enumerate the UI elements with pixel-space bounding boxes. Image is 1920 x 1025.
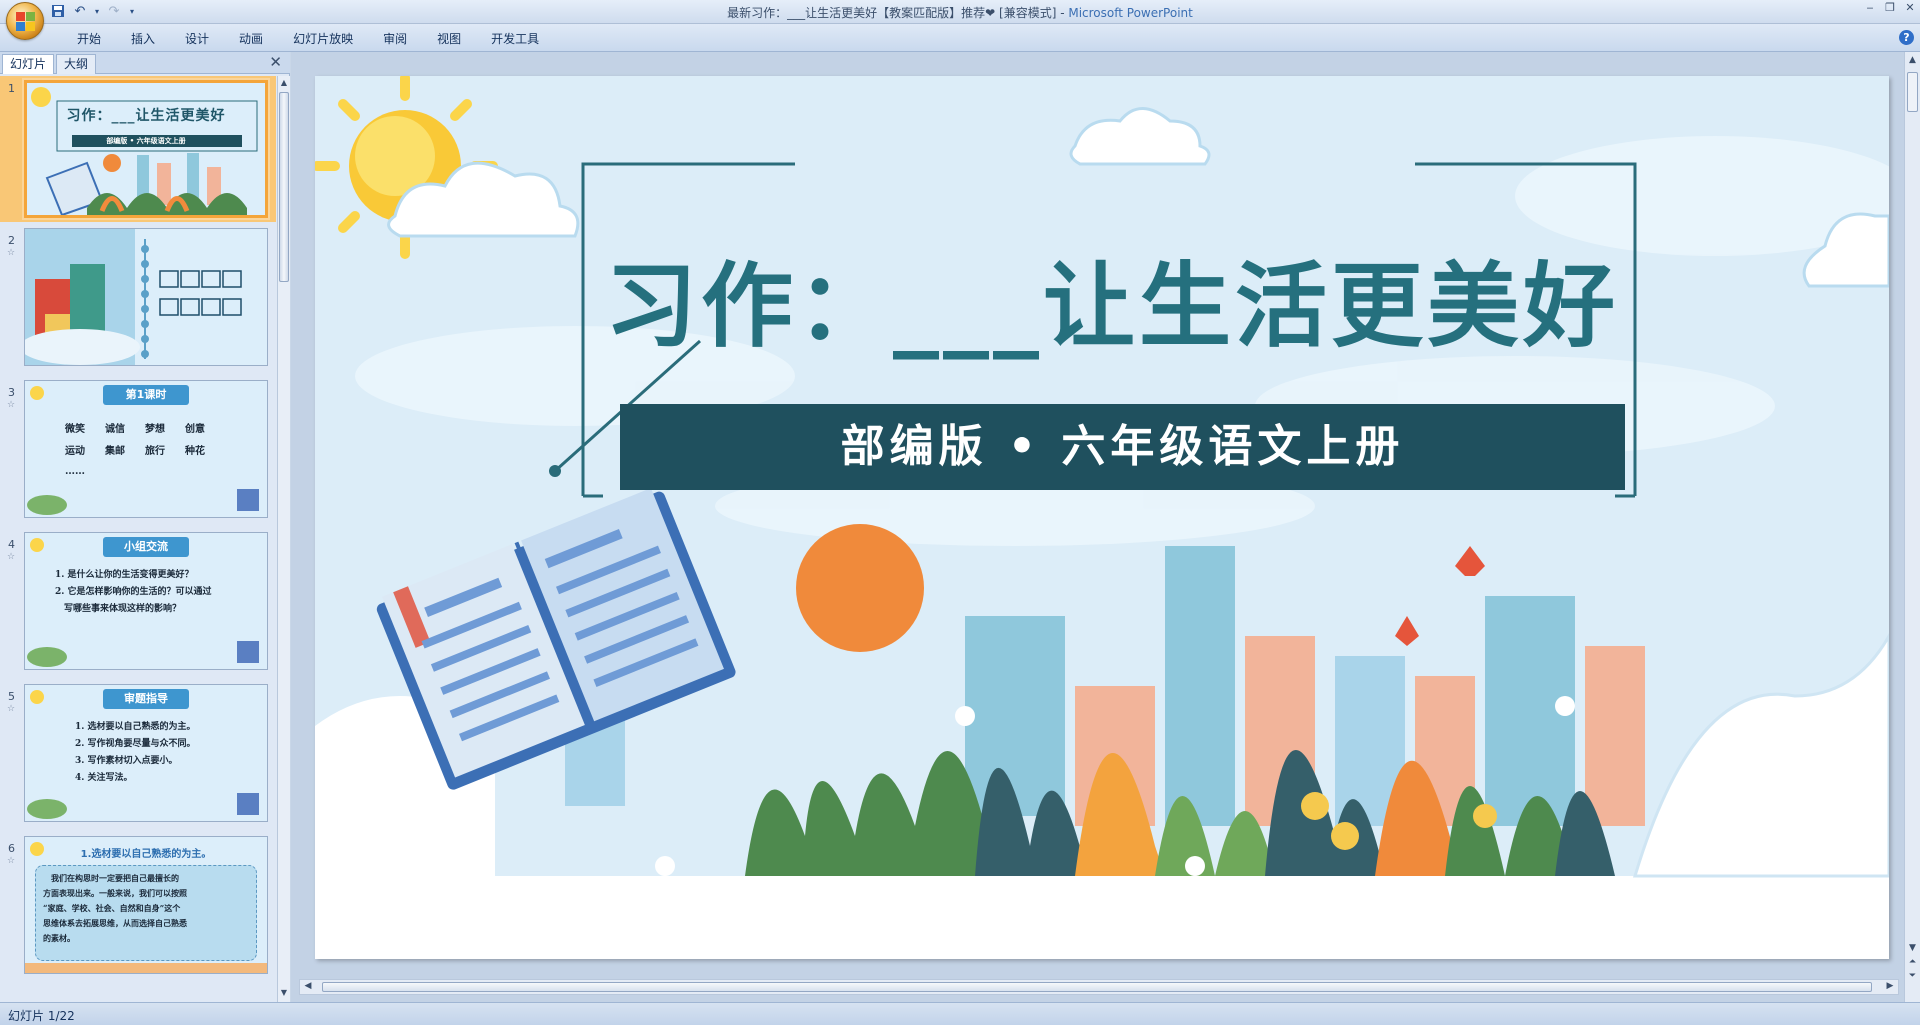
thumbnail-number: 5 — [8, 690, 15, 703]
thumbnail-slide-5[interactable]: 审题指导 1. 选材要以自己熟悉的为主。 2. 写作视角要尽量与众不同。 3. … — [24, 684, 268, 822]
thumbnail-4-badge: 小组交流 — [103, 537, 189, 557]
thumbnail-1-title: 习作：___让生活更美好 — [66, 108, 226, 124]
thumbnail-3-line-3: …… — [65, 466, 85, 477]
thumbnail-6-line-2: 方面表现出来。一般来说，我们可以按照 — [43, 888, 187, 898]
thumbnail-4-line-3: 写哪些事来体现这样的影响？ — [55, 604, 182, 614]
editor-horizontal-scrollbar[interactable]: ◀ ▶ — [299, 979, 1899, 995]
slides-panel: 幻灯片 大纲 ✕ 1 习作：___让生活更美好 部编版 • 六年级语文上册 2 … — [0, 52, 290, 1002]
scroll-left-icon[interactable]: ◀ — [302, 981, 314, 993]
thumbnail-number: 3 — [8, 386, 15, 399]
thumbnail-number: 1 — [8, 82, 15, 95]
tab-insert[interactable]: 插入 — [116, 30, 170, 48]
panel-tabs: 幻灯片 大纲 ✕ — [0, 52, 290, 74]
window-title-app: Microsoft PowerPoint — [1068, 6, 1193, 20]
thumbnail-2-art — [25, 229, 242, 365]
thumbnail-5-badge: 审题指导 — [103, 689, 189, 709]
tab-animations[interactable]: 动画 — [224, 30, 278, 48]
office-logo-icon — [16, 12, 36, 32]
thumbnail-6-line-4: 思维体系去拓展思维，从而选择自己熟悉 — [43, 918, 187, 928]
animation-star-icon: ☆ — [7, 400, 16, 410]
tab-developer[interactable]: 开发工具 — [476, 30, 554, 48]
thumbnail-3-line-2: 运动 集邮 旅行 种花 — [65, 446, 205, 457]
thumbnail-row-2[interactable]: 2 ☆ — [0, 228, 276, 370]
window-title: 最新习作：___让生活更美好【教案匹配版】推荐❤ [兼容模式] - Micros… — [0, 4, 1920, 21]
thumbnail-1-art — [31, 87, 258, 215]
tab-design[interactable]: 设计 — [170, 30, 224, 48]
thumbnail-5-line-3: 3. 写作素材切入点要小。 — [75, 756, 178, 766]
slide-title[interactable]: 习作：___让生活更美好 — [605, 246, 1625, 366]
scroll-up-icon[interactable]: ▲ — [1907, 54, 1918, 66]
slide-background-art — [315, 76, 1889, 959]
thumbnail-number: 6 — [8, 842, 15, 855]
slide-indicator: 幻灯片 1/22 — [8, 1009, 75, 1023]
current-slide[interactable]: 习作：___让生活更美好 部编版 • 六年级语文上册 — [315, 76, 1889, 959]
thumbnail-number: 2 — [8, 234, 15, 247]
thumbnail-4-line-2: 2. 它是怎样影响你的生活的？可以通过 — [55, 587, 212, 597]
tab-home[interactable]: 开始 — [62, 30, 116, 48]
thumbnail-slide-4[interactable]: 小组交流 1. 是什么让你的生活变得更美好？ 2. 它是怎样影响你的生活的？可以… — [24, 532, 268, 670]
thumbnail-6-line-5: 的素材。 — [43, 933, 75, 943]
animation-star-icon: ☆ — [7, 248, 16, 258]
scroll-up-icon[interactable]: ▲ — [279, 78, 289, 90]
panel-close-icon[interactable]: ✕ — [269, 55, 282, 70]
thumbnail-row-3[interactable]: 3 ☆ 第1课时 微笑 诚信 梦想 创意 运动 集邮 旅行 种花 …… — [0, 380, 276, 522]
thumbnail-slide-3[interactable]: 第1课时 微笑 诚信 梦想 创意 运动 集邮 旅行 种花 …… — [24, 380, 268, 518]
editor-vertical-scrollbar[interactable]: ▲ ▼ ⏶ ⏷ — [1904, 52, 1920, 1002]
thumbnail-6-line-3: “家庭、学校、社会、自然和自身”这个 — [43, 903, 181, 913]
thumbnail-row-6[interactable]: 6 ☆ 1.选材要以自己熟悉的为主。 我们在构思时一定要把自己最擅长的 方面表现… — [0, 836, 276, 978]
previous-slide-icon[interactable]: ⏶ — [1907, 956, 1918, 968]
help-icon[interactable]: ? — [1899, 30, 1914, 45]
thumbnail-scroll-thumb[interactable] — [279, 92, 289, 282]
thumbnail-6-line-1: 我们在构思时一定要把自己最擅长的 — [43, 873, 179, 883]
tab-view[interactable]: 视图 — [422, 30, 476, 48]
thumbnail-6-title: 1.选材要以自己熟悉的为主。 — [80, 849, 212, 860]
scroll-down-icon[interactable]: ▼ — [279, 988, 289, 1000]
status-bar: 幻灯片 1/22 — [0, 1002, 1920, 1025]
thumbnail-3-line-1: 微笑 诚信 梦想 创意 — [65, 424, 205, 435]
thumbnail-slide-1[interactable]: 习作：___让生活更美好 部编版 • 六年级语文上册 — [24, 80, 268, 218]
editor-scroll-thumb[interactable] — [1907, 72, 1918, 112]
thumbnail-row-4[interactable]: 4 ☆ 小组交流 1. 是什么让你的生活变得更美好？ 2. 它是怎样影响你的生活… — [0, 532, 276, 674]
thumbnail-slide-2[interactable] — [24, 228, 268, 366]
thumbnail-slide-6[interactable]: 1.选材要以自己熟悉的为主。 我们在构思时一定要把自己最擅长的 方面表现出来。一… — [24, 836, 268, 974]
ribbon: 开始 插入 设计 动画 幻灯片放映 审阅 视图 开发工具 ? — [0, 24, 1920, 52]
window-controls: ‒ ❐ ✕ — [1864, 2, 1916, 14]
scroll-down-icon[interactable]: ▼ — [1907, 942, 1918, 954]
thumbnail-4-line-1: 1. 是什么让你的生活变得更美好？ — [55, 570, 194, 580]
minimize-icon[interactable]: ‒ — [1864, 2, 1876, 14]
tab-outline[interactable]: 大纲 — [56, 54, 97, 74]
thumbnail-5-line-1: 1. 选材要以自己熟悉的为主。 — [75, 722, 196, 732]
scroll-right-icon[interactable]: ▶ — [1884, 981, 1896, 993]
title-bar: ↶ ▾ ↷ ▾ 最新习作：___让生活更美好【教案匹配版】推荐❤ [兼容模式] … — [0, 0, 1920, 24]
close-icon[interactable]: ✕ — [1904, 2, 1916, 14]
animation-star-icon: ☆ — [7, 552, 16, 562]
window-title-doc: 最新习作：___让生活更美好【教案匹配版】推荐❤ [兼容模式] - — [727, 6, 1069, 20]
subtitle-banner[interactable]: 部编版 • 六年级语文上册 — [620, 404, 1625, 490]
thumbnail-list: 1 习作：___让生活更美好 部编版 • 六年级语文上册 2 ☆ 3 ☆ 第1课… — [0, 76, 276, 1002]
thumbnail-5-line-2: 2. 写作视角要尽量与众不同。 — [75, 739, 196, 749]
thumbnail-scrollbar[interactable]: ▲ ▼ — [277, 76, 290, 1002]
restore-icon[interactable]: ❐ — [1884, 2, 1896, 14]
animation-star-icon: ☆ — [7, 856, 16, 866]
slide-editor: 习作：___让生活更美好 部编版 • 六年级语文上册 ▲ ▼ ⏶ ⏷ ◀ ▶ — [291, 52, 1920, 1002]
editor-hscroll-thumb[interactable] — [322, 982, 1872, 992]
thumbnail-row-1[interactable]: 1 习作：___让生活更美好 部编版 • 六年级语文上册 — [0, 76, 276, 222]
thumbnail-1-subtitle: 部编版 • 六年级语文上册 — [106, 137, 186, 145]
thumbnail-5-line-4: 4. 关注写法。 — [75, 773, 133, 783]
next-slide-icon[interactable]: ⏷ — [1907, 970, 1918, 982]
tab-slide-show[interactable]: 幻灯片放映 — [278, 30, 368, 48]
thumbnail-row-5[interactable]: 5 ☆ 审题指导 1. 选材要以自己熟悉的为主。 2. 写作视角要尽量与众不同。… — [0, 684, 276, 826]
ribbon-tabs: 开始 插入 设计 动画 幻灯片放映 审阅 视图 开发工具 — [62, 30, 554, 48]
office-button[interactable] — [6, 2, 44, 40]
tab-slides[interactable]: 幻灯片 — [2, 54, 55, 74]
subtitle-text: 部编版 • 六年级语文上册 — [840, 421, 1405, 472]
thumbnail-3-badge: 第1课时 — [103, 385, 189, 405]
tab-review[interactable]: 审阅 — [368, 30, 422, 48]
animation-star-icon: ☆ — [7, 704, 16, 714]
thumbnail-number: 4 — [8, 538, 15, 551]
